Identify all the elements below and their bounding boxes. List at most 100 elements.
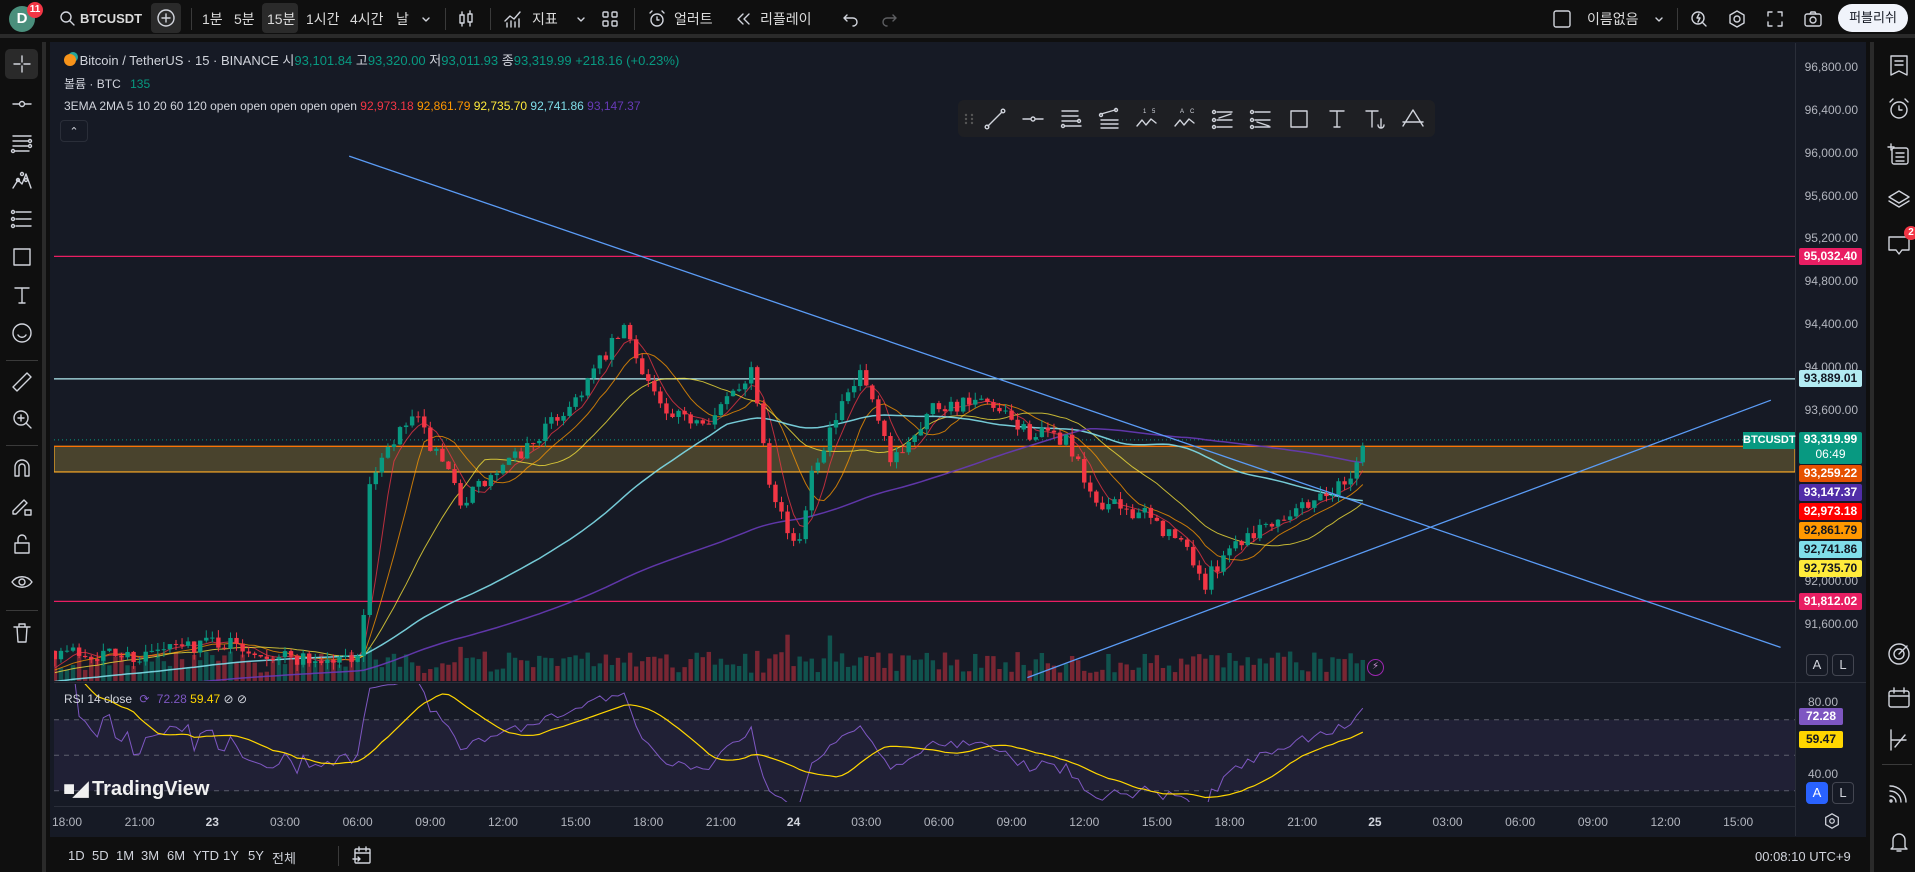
horizontal-ray-icon[interactable] xyxy=(1020,106,1046,132)
redo-icon[interactable] xyxy=(879,9,899,29)
layouts-grid-icon[interactable] xyxy=(600,9,620,29)
candle-body xyxy=(1251,533,1256,539)
volume-bar xyxy=(597,663,603,681)
trend-line-tool-icon[interactable] xyxy=(9,91,35,117)
range-button-6m[interactable]: 6M xyxy=(167,848,185,863)
symbol-title[interactable]: Bitcoin / TetherUS · 15 · BINANCE xyxy=(80,53,279,68)
collapse-legend-button[interactable]: ⌃ xyxy=(60,120,88,142)
lightning-icon[interactable]: ⚡︎ xyxy=(1367,659,1384,676)
alerts-clock-icon[interactable] xyxy=(1886,96,1912,122)
layout-name[interactable]: 이름없음 xyxy=(1587,7,1639,31)
ruler-icon[interactable] xyxy=(9,369,35,395)
camera-icon[interactable] xyxy=(1803,9,1823,29)
change-value: +218.16 (+0.23%) xyxy=(575,53,680,68)
text-icon[interactable] xyxy=(1324,106,1350,132)
range-button-ytd[interactable]: YTD xyxy=(193,848,219,863)
volume-legend[interactable]: 볼륨 · BTC 135 xyxy=(64,75,150,92)
range-button-1d[interactable]: 1D xyxy=(68,848,85,863)
broadcast-icon[interactable] xyxy=(1886,780,1912,806)
price-pane[interactable] xyxy=(54,43,1795,681)
range-button-3m[interactable]: 3M xyxy=(141,848,159,863)
volume-bar xyxy=(415,665,421,681)
calendar-icon[interactable] xyxy=(1886,685,1912,711)
chevron-down-icon[interactable] xyxy=(1652,9,1666,29)
indicators-button[interactable]: 지표 xyxy=(532,7,558,31)
symbol-search[interactable]: BTCUSDT xyxy=(80,7,142,31)
publish-button[interactable]: 퍼블리쉬 xyxy=(1838,4,1908,32)
replay-icon[interactable] xyxy=(733,9,753,29)
search-icon[interactable] xyxy=(58,9,78,29)
notifications-bell-icon[interactable] xyxy=(1886,829,1912,855)
alert-button[interactable]: 얼러트 xyxy=(674,7,713,31)
go-to-date-icon[interactable] xyxy=(351,845,373,867)
pattern-tool-icon[interactable] xyxy=(9,168,35,194)
candlestick-icon[interactable] xyxy=(456,9,476,29)
fullscreen-icon[interactable] xyxy=(1765,9,1785,29)
interval-5m[interactable]: 5분 xyxy=(234,7,255,31)
projection-icon[interactable] xyxy=(1248,106,1274,132)
chevron-down-icon[interactable] xyxy=(574,9,588,29)
fib-retracement-icon[interactable] xyxy=(1096,106,1122,132)
alarm-clock-icon[interactable] xyxy=(647,9,667,29)
unlock-icon[interactable] xyxy=(9,531,35,557)
undo-icon[interactable] xyxy=(841,9,861,29)
axis-settings-icon[interactable] xyxy=(1823,812,1841,830)
pane-separator[interactable] xyxy=(54,682,1866,683)
chevron-down-icon[interactable] xyxy=(419,9,433,29)
xabcd-pattern-icon[interactable]: 15 xyxy=(1134,106,1160,132)
rsi-auto-scale-button[interactable]: A xyxy=(1806,782,1828,804)
interval-15m[interactable]: 15분 xyxy=(267,7,295,31)
compare-symbol-button[interactable] xyxy=(151,3,181,33)
clock[interactable]: 00:08:10 UTC+9 xyxy=(1755,849,1851,864)
rsi-legend[interactable]: RSI 14 close ⟳ 72.28 59.47 ⊘ ⊘ xyxy=(64,692,247,706)
rsi-pane[interactable] xyxy=(54,684,1795,802)
range-button-1y[interactable]: 1Y xyxy=(223,848,239,863)
interval-1m[interactable]: 1분 xyxy=(202,7,223,31)
quick-search-icon[interactable] xyxy=(1689,9,1709,29)
ma-value: 92,973.18 xyxy=(360,99,417,113)
prediction-tool-icon[interactable] xyxy=(9,206,35,232)
parallel-channel-icon[interactable] xyxy=(1058,106,1084,132)
interval-4h[interactable]: 4시간 xyxy=(350,7,384,31)
forecast-icon[interactable] xyxy=(1210,106,1236,132)
range-button-전체[interactable]: 전체 xyxy=(272,848,296,867)
watchlist-icon[interactable] xyxy=(1886,53,1912,79)
strategy-icon[interactable] xyxy=(1886,727,1912,753)
ma-legend[interactable]: 3EMA 2MA 5 10 20 60 120 open open open o… xyxy=(64,99,641,113)
time-axis[interactable]: 18:00 21:00 23 03:00 06:00 09:00 12:00 15:00 18:… xyxy=(52,806,1795,836)
text-tool-icon[interactable] xyxy=(9,282,35,308)
eye-icon[interactable] xyxy=(9,569,35,595)
zoom-in-icon[interactable] xyxy=(9,406,35,432)
interval-1d[interactable]: 날 xyxy=(396,7,409,31)
layers-icon[interactable] xyxy=(1886,186,1912,212)
add-list-icon[interactable] xyxy=(1886,142,1912,168)
emoji-icon[interactable] xyxy=(9,320,35,346)
interval-1h[interactable]: 1시간 xyxy=(306,7,340,31)
crosshair-icon[interactable] xyxy=(9,51,35,77)
settings-gear-icon[interactable] xyxy=(1727,9,1747,29)
candle xyxy=(1191,540,1196,568)
head-shoulders-icon[interactable] xyxy=(1400,106,1426,132)
trend-line-icon[interactable] xyxy=(982,106,1008,132)
rectangle-tool-icon[interactable] xyxy=(9,244,35,270)
layout-checkbox-icon[interactable] xyxy=(1552,9,1572,29)
lock-drawings-icon[interactable] xyxy=(9,493,35,519)
rectangle-icon[interactable] xyxy=(1286,106,1312,132)
drag-handle-icon[interactable] xyxy=(962,106,976,132)
trash-icon[interactable] xyxy=(9,620,35,646)
log-scale-button[interactable]: L xyxy=(1832,654,1854,676)
magnet-icon[interactable] xyxy=(9,455,35,481)
pitchfork-tool-icon[interactable] xyxy=(9,130,35,156)
range-button-5y[interactable]: 5Y xyxy=(248,848,264,863)
volume-bar xyxy=(718,658,724,681)
range-button-5d[interactable]: 5D xyxy=(92,848,109,863)
anchored-text-icon[interactable] xyxy=(1362,106,1388,132)
rsi-log-scale-button[interactable]: L xyxy=(1832,782,1854,804)
price-axis[interactable]: 96,800.00 96,400.00 96,000.00 95,600.00 95,2… xyxy=(1795,43,1866,803)
hotlists-target-icon[interactable] xyxy=(1886,641,1912,667)
indicators-icon[interactable] xyxy=(503,9,523,29)
abcd-pattern-icon[interactable]: AC xyxy=(1172,106,1198,132)
replay-button[interactable]: 리플레이 xyxy=(760,7,812,31)
range-button-1m[interactable]: 1M xyxy=(116,848,134,863)
auto-scale-button[interactable]: A xyxy=(1806,654,1828,676)
